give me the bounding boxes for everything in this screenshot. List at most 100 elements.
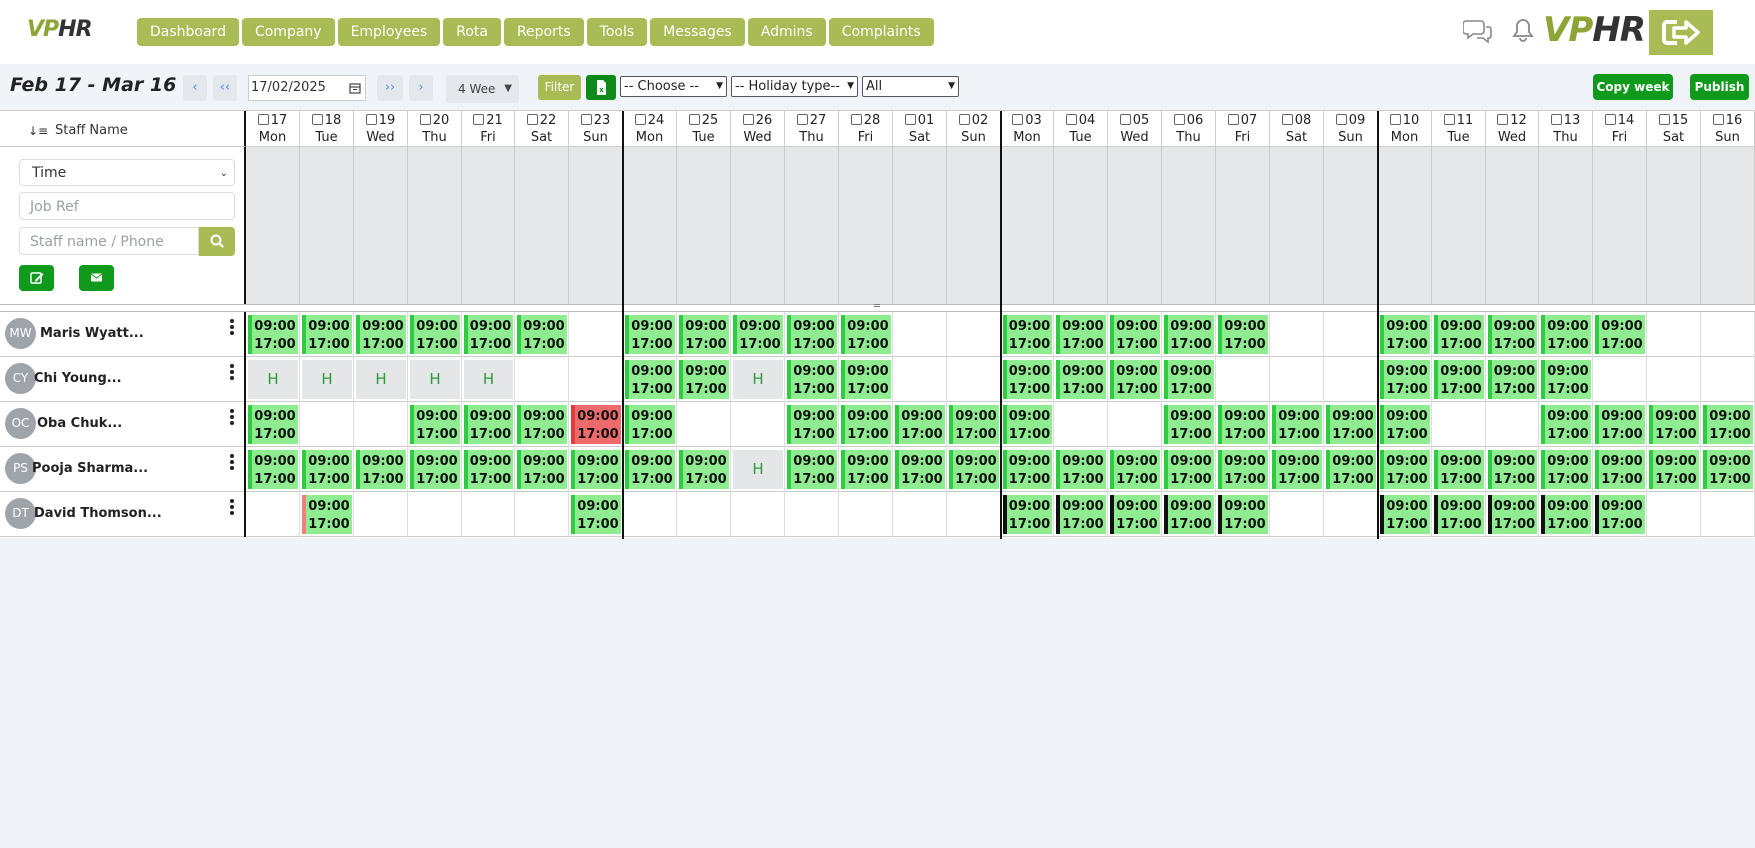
shift-block[interactable]: 09:00 17:00 — [1434, 450, 1484, 489]
rota-cell[interactable]: 09:00 17:00 — [947, 447, 1001, 492]
open-shift-cell[interactable] — [1432, 147, 1486, 304]
rota-cell[interactable] — [354, 402, 408, 447]
rota-cell[interactable]: 09:00 17:00 — [569, 402, 623, 447]
rota-cell[interactable]: 09:00 17:00 — [839, 357, 893, 402]
rota-cell[interactable] — [354, 492, 408, 537]
shift-block[interactable]: 09:00 17:00 — [625, 360, 675, 399]
time-sort-select[interactable]: Time ⌄ — [19, 159, 235, 186]
rota-cell[interactable]: 09:00 17:00 — [623, 312, 677, 357]
shift-block[interactable]: 09:00 17:00 — [517, 450, 567, 489]
shift-block[interactable]: 09:00 17:00 — [1380, 495, 1430, 534]
holiday-marker[interactable]: H — [410, 360, 460, 399]
rota-cell[interactable]: 09:00 17:00 — [1378, 312, 1432, 357]
shift-block[interactable]: 09:00 17:00 — [949, 450, 999, 489]
shift-block[interactable]: 09:00 17:00 — [1164, 450, 1214, 489]
rota-cell[interactable]: H — [354, 357, 408, 402]
rota-cell[interactable]: 09:00 17:00 — [1593, 492, 1647, 537]
rota-cell[interactable] — [893, 357, 947, 402]
rota-cell[interactable]: 09:00 17:00 — [1001, 447, 1054, 492]
rota-cell[interactable]: 09:00 17:00 — [1486, 492, 1539, 537]
shift-block[interactable]: 09:00 17:00 — [1434, 495, 1484, 534]
shift-block[interactable]: 09:00 17:00 — [1218, 495, 1268, 534]
more-options-icon[interactable] — [230, 409, 236, 427]
day-checkbox[interactable] — [1173, 114, 1185, 125]
shift-block[interactable]: 09:00 17:00 — [841, 405, 891, 444]
shift-block[interactable]: 09:00 17:00 — [571, 405, 621, 444]
rota-cell[interactable]: 09:00 17:00 — [1539, 447, 1593, 492]
rota-cell[interactable] — [839, 492, 893, 537]
rota-cell[interactable] — [1216, 357, 1270, 402]
rota-cell[interactable] — [947, 492, 1001, 537]
holiday-marker[interactable]: H — [733, 360, 783, 399]
rota-cell[interactable]: 09:00 17:00 — [462, 402, 515, 447]
rota-cell[interactable]: 09:00 17:00 — [623, 402, 677, 447]
shift-block[interactable]: 09:00 17:00 — [895, 450, 945, 489]
shift-block[interactable]: 09:00 17:00 — [1380, 405, 1430, 444]
rota-cell[interactable]: 09:00 17:00 — [1216, 492, 1270, 537]
nav-messages-button[interactable]: Messages — [650, 18, 745, 46]
rota-cell[interactable]: 09:00 17:00 — [569, 492, 623, 537]
shift-block[interactable]: 09:00 17:00 — [1380, 450, 1430, 489]
holiday-marker[interactable]: H — [248, 360, 298, 399]
rota-cell[interactable]: 09:00 17:00 — [1486, 447, 1539, 492]
weeks-select[interactable]: 4 Wee ▼ — [446, 75, 519, 103]
shift-block[interactable]: 09:00 17:00 — [356, 315, 406, 354]
shift-block[interactable]: 09:00 17:00 — [302, 450, 352, 489]
shift-block[interactable]: 09:00 17:00 — [1272, 405, 1322, 444]
shift-block[interactable]: 09:00 17:00 — [1056, 360, 1106, 399]
rota-cell[interactable]: 09:00 17:00 — [1378, 402, 1432, 447]
rota-cell[interactable]: 09:00 17:00 — [246, 447, 300, 492]
rota-cell[interactable] — [515, 492, 569, 537]
rota-cell[interactable]: 09:00 17:00 — [1054, 312, 1108, 357]
shift-block[interactable]: 09:00 17:00 — [841, 315, 891, 354]
rota-cell[interactable]: 09:00 17:00 — [839, 312, 893, 357]
shift-block[interactable]: 09:00 17:00 — [1488, 450, 1537, 489]
rota-cell[interactable]: 09:00 17:00 — [1162, 492, 1216, 537]
rota-cell[interactable]: 09:00 17:00 — [1432, 492, 1486, 537]
shift-block[interactable]: 09:00 17:00 — [1541, 315, 1591, 354]
rota-cell[interactable] — [893, 492, 947, 537]
rota-cell[interactable] — [677, 402, 731, 447]
rota-cell[interactable] — [893, 312, 947, 357]
rota-cell[interactable]: 09:00 17:00 — [785, 312, 839, 357]
rota-cell[interactable] — [300, 402, 354, 447]
staff-search-input[interactable]: Staff name / Phone — [19, 227, 199, 255]
rota-cell[interactable]: 09:00 17:00 — [677, 447, 731, 492]
open-shift-cell[interactable] — [947, 147, 1001, 304]
shift-block[interactable]: 09:00 17:00 — [949, 405, 999, 444]
rota-cell[interactable] — [1270, 312, 1324, 357]
rota-cell[interactable]: 09:00 17:00 — [1270, 447, 1324, 492]
nav-dashboard-button[interactable]: Dashboard — [137, 18, 239, 46]
shift-block[interactable]: 09:00 17:00 — [248, 315, 298, 354]
open-shift-cell[interactable] — [354, 147, 408, 304]
more-options-icon[interactable] — [230, 454, 236, 472]
nav-rota-button[interactable]: Rota — [443, 18, 501, 46]
open-shift-cell[interactable] — [1593, 147, 1647, 304]
logout-button[interactable] — [1649, 10, 1713, 55]
rota-cell[interactable]: 09:00 17:00 — [1432, 312, 1486, 357]
rota-cell[interactable]: 09:00 17:00 — [515, 402, 569, 447]
shift-block[interactable]: 09:00 17:00 — [248, 450, 298, 489]
shift-block[interactable]: 09:00 17:00 — [787, 360, 837, 399]
shift-block[interactable]: 09:00 17:00 — [464, 405, 513, 444]
day-checkbox[interactable] — [365, 114, 377, 125]
rota-cell[interactable] — [569, 357, 623, 402]
shift-block[interactable]: 09:00 17:00 — [1541, 360, 1591, 399]
day-checkbox[interactable] — [473, 114, 485, 125]
rota-cell[interactable]: H — [462, 357, 515, 402]
shift-block[interactable]: 09:00 17:00 — [302, 315, 352, 354]
staff-name[interactable]: David Thomson... — [34, 506, 162, 521]
day-checkbox[interactable] — [1604, 114, 1616, 125]
shift-block[interactable]: 09:00 17:00 — [1164, 315, 1214, 354]
open-shift-cell[interactable] — [300, 147, 354, 304]
rota-cell[interactable]: 09:00 17:00 — [785, 402, 839, 447]
shift-block[interactable]: 09:00 17:00 — [571, 495, 621, 534]
shift-block[interactable]: 09:00 17:00 — [841, 450, 891, 489]
shift-block[interactable]: 09:00 17:00 — [410, 405, 460, 444]
rota-cell[interactable] — [1647, 492, 1701, 537]
rota-cell[interactable]: H — [246, 357, 300, 402]
day-checkbox[interactable] — [742, 114, 754, 125]
day-checkbox[interactable] — [1497, 114, 1509, 125]
rota-cell[interactable]: 09:00 17:00 — [354, 447, 408, 492]
rota-cell[interactable] — [1701, 357, 1755, 402]
